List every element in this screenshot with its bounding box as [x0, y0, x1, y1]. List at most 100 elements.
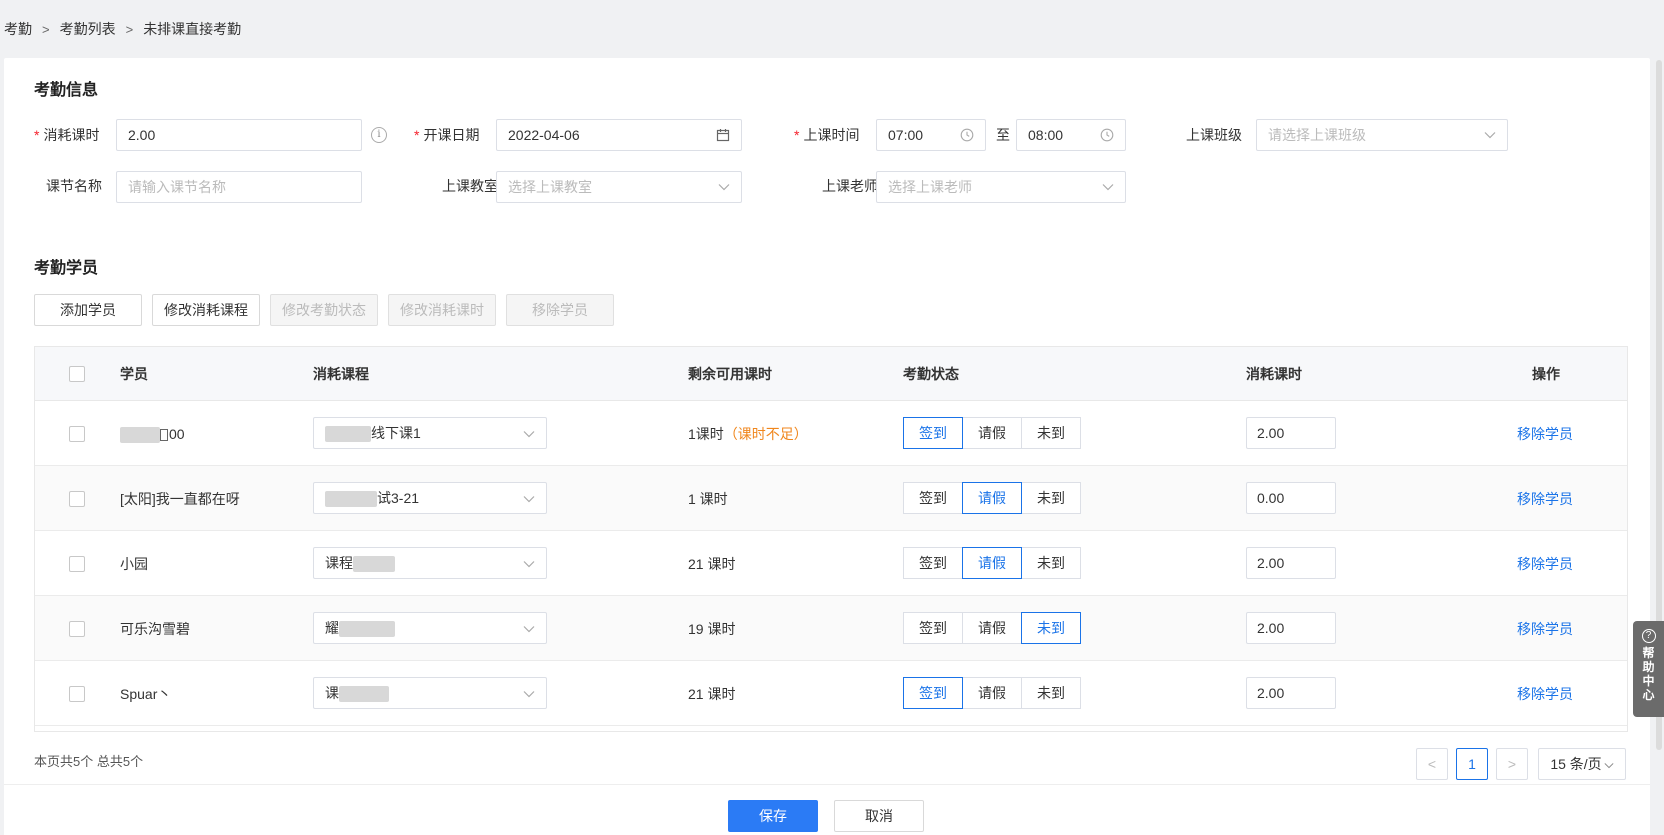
room-placeholder: 选择上课教室 — [508, 179, 592, 195]
redacted-mark — [325, 491, 377, 508]
status-toggle[interactable]: 签到 请假 未到 — [903, 547, 1081, 579]
date-picker[interactable]: 2022-04-06 — [496, 119, 742, 151]
cancel-button[interactable]: 取消 — [834, 800, 924, 832]
time-range-separator: 至 — [996, 127, 1010, 143]
course-select[interactable]: 试3-21 — [313, 482, 547, 514]
hours-input[interactable]: 2.00 — [116, 119, 362, 151]
status-absent[interactable]: 未到 — [1021, 612, 1081, 644]
table-row: 00 线下课1 1课时（课时不足） 签到 请假 未到 2.00 移除学员 — [35, 401, 1627, 466]
row-checkbox[interactable] — [69, 621, 85, 637]
remaining-hours: 1 课时 — [688, 491, 728, 507]
status-toggle[interactable]: 签到 请假 未到 — [903, 417, 1081, 449]
chevron-down-icon — [523, 620, 535, 636]
status-leave[interactable]: 请假 — [962, 677, 1022, 709]
table-row: 可乐沟雪碧 耀 19 课时 签到 请假 未到 2.00 移除学员 — [35, 596, 1627, 661]
status-leave[interactable]: 请假 — [962, 547, 1022, 579]
class-label: 上课班级 — [1186, 127, 1242, 143]
status-checkin[interactable]: 签到 — [903, 417, 963, 449]
calendar-icon — [716, 128, 730, 142]
status-leave[interactable]: 请假 — [962, 417, 1022, 449]
status-absent[interactable]: 未到 — [1021, 482, 1081, 514]
row-checkbox[interactable] — [69, 686, 85, 702]
row-checkbox[interactable] — [69, 491, 85, 507]
status-leave[interactable]: 请假 — [962, 612, 1022, 644]
select-all-checkbox[interactable] — [69, 366, 85, 382]
breadcrumb-item-current: 未排课直接考勤 — [143, 21, 242, 37]
status-toggle[interactable]: 签到 请假 未到 — [903, 612, 1081, 644]
change-course-button[interactable]: 修改消耗课程 — [152, 294, 260, 326]
table-row: 小园 课程 21 课时 签到 请假 未到 2.00 移除学员 — [35, 531, 1627, 596]
change-hours-button[interactable]: 修改消耗课时 — [388, 294, 496, 326]
room-select[interactable]: 选择上课教室 — [496, 171, 742, 203]
clock-icon — [1100, 128, 1114, 142]
help-center-tab[interactable]: ? 帮助中心 — [1633, 621, 1664, 717]
remove-student-link[interactable]: 移除学员 — [1517, 489, 1573, 509]
redacted-mark — [339, 621, 395, 638]
row-checkbox[interactable] — [69, 556, 85, 572]
chevron-left-icon: < — [1427, 756, 1437, 772]
date-label: * 开课日期 — [414, 120, 479, 150]
hours-label: * 消耗课时 — [34, 120, 99, 150]
course-select[interactable]: 线下课1 — [313, 417, 547, 449]
chevron-down-icon — [1102, 183, 1114, 191]
hours-field[interactable]: 2.00 — [1246, 677, 1336, 709]
breadcrumb-item-attendance-list[interactable]: 考勤列表 — [60, 19, 116, 39]
course-select[interactable]: 课 — [313, 677, 547, 709]
status-checkin[interactable]: 签到 — [903, 677, 963, 709]
status-absent[interactable]: 未到 — [1021, 417, 1081, 449]
col-action: 操作 — [1532, 366, 1560, 382]
hours-field[interactable]: 2.00 — [1246, 547, 1336, 579]
page-summary: 本页共5个 总共5个 — [34, 754, 144, 769]
status-toggle[interactable]: 签到 请假 未到 — [903, 482, 1081, 514]
row-checkbox[interactable] — [69, 426, 85, 442]
course-select[interactable]: 课程 — [313, 547, 547, 579]
info-icon[interactable]: i — [371, 127, 387, 143]
table-header: 学员 消耗课程 剩余可用课时 考勤状态 消耗课时 操作 — [35, 347, 1627, 401]
hours-field[interactable]: 2.00 — [1246, 612, 1336, 644]
next-page-button[interactable]: > — [1496, 748, 1528, 780]
page-number-button[interactable]: 1 — [1456, 748, 1488, 780]
time-end-picker[interactable]: 08:00 — [1016, 119, 1126, 151]
hours-field[interactable]: 2.00 — [1246, 417, 1336, 449]
status-absent[interactable]: 未到 — [1021, 547, 1081, 579]
student-name: 00 — [120, 424, 185, 444]
breadcrumb-separator: > — [42, 21, 50, 37]
chevron-down-icon — [1604, 756, 1614, 772]
remove-students-button[interactable]: 移除学员 — [506, 294, 614, 326]
status-toggle[interactable]: 签到 请假 未到 — [903, 677, 1081, 709]
remove-student-link[interactable]: 移除学员 — [1517, 424, 1573, 444]
breadcrumb-separator: > — [125, 21, 134, 37]
hours-field[interactable]: 0.00 — [1246, 482, 1336, 514]
remaining-hours: 21 课时 — [688, 556, 736, 572]
teacher-select[interactable]: 选择上课老师 — [876, 171, 1126, 203]
status-absent[interactable]: 未到 — [1021, 677, 1081, 709]
course-text: 试3-21 — [377, 490, 420, 506]
table-row: Spuar丶 课 21 课时 签到 请假 未到 2.00 移除学员 — [35, 661, 1627, 726]
remove-student-link[interactable]: 移除学员 — [1517, 684, 1573, 704]
status-checkin[interactable]: 签到 — [903, 482, 963, 514]
status-leave[interactable]: 请假 — [962, 482, 1022, 514]
table-row: [太阳]我一直都在呀 试3-21 1 课时 签到 请假 未到 0.00 移除学员 — [35, 466, 1627, 531]
lesson-input[interactable]: 请输入课节名称 — [116, 171, 362, 203]
room-label: 上课教室 — [442, 178, 498, 194]
prev-page-button[interactable]: < — [1416, 748, 1448, 780]
save-button[interactable]: 保存 — [728, 800, 818, 832]
required-mark: * — [414, 127, 420, 143]
time-start-picker[interactable]: 07:00 — [876, 119, 986, 151]
remove-student-link[interactable]: 移除学员 — [1517, 554, 1573, 574]
emoji-box-icon — [160, 429, 168, 442]
page-size-select[interactable]: 15 条/页 — [1538, 748, 1626, 780]
class-select[interactable]: 请选择上课班级 — [1256, 119, 1508, 151]
teacher-placeholder: 选择上课老师 — [888, 179, 972, 195]
remove-student-link[interactable]: 移除学员 — [1517, 619, 1573, 639]
course-select[interactable]: 耀 — [313, 612, 547, 644]
student-name-text: 00 — [169, 426, 185, 442]
students-table: 学员 消耗课程 剩余可用课时 考勤状态 消耗课时 操作 00 线下课1 1课时（… — [34, 346, 1628, 732]
status-checkin[interactable]: 签到 — [903, 547, 963, 579]
status-checkin[interactable]: 签到 — [903, 612, 963, 644]
change-status-button[interactable]: 修改考勤状态 — [270, 294, 378, 326]
add-student-button[interactable]: 添加学员 — [34, 294, 142, 326]
breadcrumb-item-attendance[interactable]: 考勤 — [4, 19, 32, 39]
chevron-down-icon — [523, 555, 535, 571]
date-label-text: 开课日期 — [423, 127, 480, 143]
